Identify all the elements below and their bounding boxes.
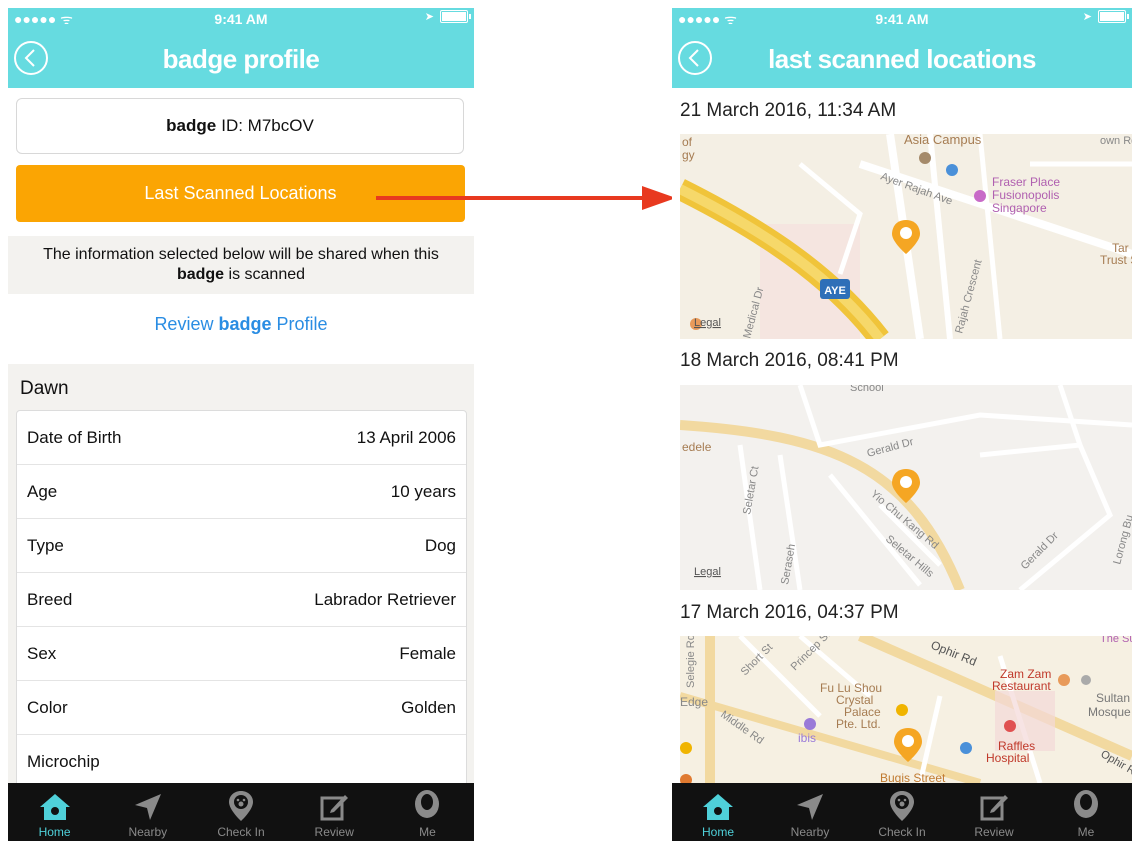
flow-arrow: [376, 186, 676, 210]
svg-text:Restaurant: Restaurant: [992, 679, 1051, 693]
svg-text:Sultan: Sultan: [1096, 691, 1130, 705]
svg-text:own Rd: own Rd: [1100, 135, 1132, 147]
svg-text:Singapore: Singapore: [992, 201, 1047, 215]
svg-text:Asia Campus: Asia Campus: [904, 134, 982, 147]
pet-details-list: Date of Birth 13 April 2006 Age 10 years T…: [16, 410, 467, 790]
svg-text:School: School: [850, 385, 884, 394]
svg-text:of: of: [682, 135, 693, 149]
home-icon: [39, 794, 70, 820]
page-title: badge profile: [162, 44, 320, 74]
tab-nearby[interactable]: Nearby: [764, 783, 856, 841]
status-bar: ●●●●● ᯤ 9:41 AM ➤: [8, 8, 474, 30]
tab-home[interactable]: Home: [8, 783, 101, 841]
person-icon: [415, 790, 440, 818]
tab-bar: Home Nearby Check In Review Me: [672, 783, 1132, 841]
badge-id-box: badge ID: M7bcOV: [16, 98, 464, 154]
map-3[interactable]: Selegie Rd Short St Princep St Ophir Rd …: [680, 636, 1132, 783]
paw-pin-icon: [229, 791, 253, 821]
svg-text:Fraser Place: Fraser Place: [992, 175, 1060, 189]
battery-icon: [440, 10, 471, 23]
battery-icon: [1098, 10, 1129, 23]
tab-nearby[interactable]: Nearby: [101, 783, 194, 841]
svg-text:Legal: Legal: [694, 566, 721, 578]
badge-profile-screen: ●●●●● ᯤ 9:41 AM ➤ badge profile badge ID…: [8, 8, 474, 841]
page-title: last scanned locations: [768, 44, 1036, 74]
home-icon: [703, 794, 733, 820]
last-scanned-locations-screen: ●●●●● ᯤ 9:41 AM ➤ last scanned locations…: [672, 8, 1132, 841]
svg-text:edele: edele: [682, 440, 712, 454]
navigation-bar: badge profile: [8, 30, 474, 88]
person-icon: [1074, 790, 1098, 818]
scan-date-1: 21 March 2016, 11:34 AM: [680, 100, 897, 121]
svg-text:Edge: Edge: [680, 695, 708, 709]
svg-text:The Sun: The Sun: [1100, 636, 1132, 645]
scan-date-3: 17 March 2016, 04:37 PM: [680, 602, 899, 623]
location-arrow-icon: [797, 794, 823, 820]
map-2-graphic: School edele Gerald Dr Seletar Ct Yio Ch…: [680, 385, 1132, 590]
paw-pin-icon: [890, 791, 914, 821]
svg-text:AYE: AYE: [824, 285, 846, 297]
tab-me[interactable]: Me: [381, 783, 474, 841]
map-2[interactable]: School edele Gerald Dr Seletar Ct Yio Ch…: [680, 385, 1132, 590]
pet-name: Dawn: [20, 378, 69, 399]
edit-icon: [980, 795, 1008, 821]
svg-text:Hospital: Hospital: [986, 751, 1029, 765]
svg-text:Trust Sc: Trust Sc: [1100, 253, 1132, 267]
tab-bar: Home Nearby Check In Review Me: [8, 783, 474, 841]
svg-text:Pte. Ltd.: Pte. Ltd.: [836, 717, 881, 731]
badge-brand: badge: [166, 116, 217, 135]
tab-review[interactable]: Review: [288, 783, 381, 841]
edit-icon: [320, 795, 349, 821]
status-time: 9:41 AM: [875, 11, 929, 27]
detail-row-age: Age 10 years: [17, 465, 466, 519]
review-badge-profile-link[interactable]: Review badge Profile: [8, 314, 474, 335]
detail-row-microchip: Microchip: [27, 752, 100, 771]
sharing-info-text: The information selected below will be s…: [8, 236, 474, 294]
detail-row-color: Color Golden: [17, 681, 466, 735]
location-services-icon: ➤: [424, 11, 434, 23]
detail-row-breed: Breed Labrador Retriever: [17, 573, 466, 627]
detail-row-sex: Sex Female: [17, 627, 466, 681]
detail-row-date-of-birth: Date of Birth 13 April 2006: [17, 411, 466, 465]
tab-review[interactable]: Review: [948, 783, 1040, 841]
detail-row-type: Type Dog: [17, 519, 466, 573]
location-arrow-icon: [134, 794, 161, 820]
map-3-graphic: Selegie Rd Short St Princep St Ophir Rd …: [680, 636, 1132, 783]
navigation-bar: last scanned locations: [672, 30, 1132, 88]
status-bar: ●●●●● ᯤ 9:41 AM ➤: [672, 8, 1132, 30]
tab-check-in[interactable]: Check In: [856, 783, 948, 841]
scan-date-2: 18 March 2016, 08:41 PM: [680, 350, 899, 371]
map-1[interactable]: AYE of gy Asia Campus Ayer Rajah Ave Fra…: [680, 134, 1132, 339]
svg-text:Mosque: Mosque: [1088, 705, 1131, 719]
tab-me[interactable]: Me: [1040, 783, 1132, 841]
badge-id-text: ID: M7bcOV: [221, 116, 314, 135]
svg-text:Selegie Rd: Selegie Rd: [685, 636, 697, 688]
tab-home[interactable]: Home: [672, 783, 764, 841]
location-services-icon: ➤: [1082, 11, 1092, 23]
svg-text:ibis: ibis: [798, 731, 816, 745]
svg-text:Legal: Legal: [694, 317, 721, 329]
svg-text:Bugis Street: Bugis Street: [880, 771, 946, 783]
status-time: 9:41 AM: [214, 11, 268, 27]
svg-text:Fusionopolis: Fusionopolis: [992, 188, 1059, 202]
tab-check-in[interactable]: Check In: [194, 783, 287, 841]
svg-text:gy: gy: [682, 148, 695, 162]
map-1-graphic: AYE of gy Asia Campus Ayer Rajah Ave Fra…: [680, 134, 1132, 339]
